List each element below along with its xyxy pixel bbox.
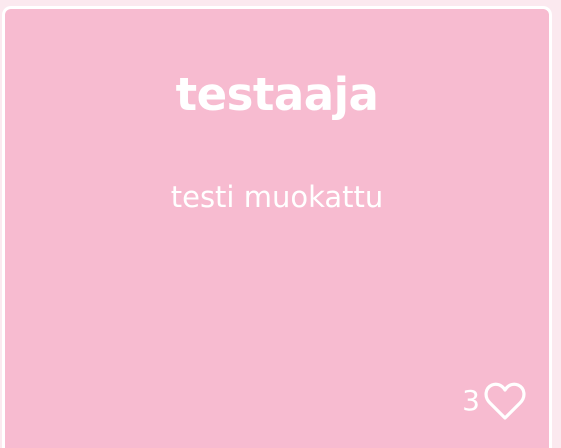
heart-icon[interactable] [483, 380, 527, 422]
card-title: testaaja [175, 68, 379, 121]
like-count: 3 [462, 384, 480, 417]
card-message: testi muokattu [170, 180, 384, 214]
like-control[interactable]: 3 [462, 378, 527, 424]
message-card: testaaja testi muokattu 3 [2, 6, 552, 448]
